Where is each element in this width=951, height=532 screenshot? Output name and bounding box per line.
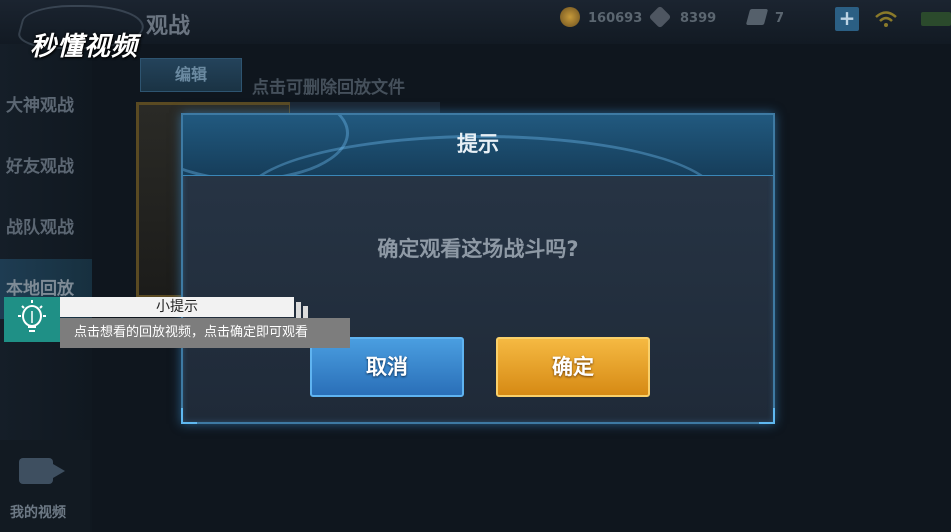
- dialog-header: 提示: [183, 115, 773, 176]
- sidebar-item-team-spectate[interactable]: 战队观战: [0, 198, 92, 258]
- confirm-button[interactable]: 确定: [496, 337, 650, 397]
- page-title: 观战: [146, 14, 191, 39]
- watermark-logo: 秒懂视频: [30, 32, 139, 62]
- my-videos-label: 我的视频: [10, 505, 66, 521]
- corner-decoration: [181, 408, 197, 424]
- wifi-icon: [875, 11, 897, 27]
- lightbulb-icon: [18, 300, 46, 332]
- add-currency-button[interactable]: +: [835, 7, 859, 31]
- gold-count: 160693: [588, 11, 643, 26]
- confirm-dialog: 提示 确定观看这场战斗吗? 取消 确定: [181, 113, 775, 424]
- edit-button[interactable]: 编辑: [140, 58, 242, 92]
- video-camera-icon: [19, 458, 65, 484]
- dialog-title: 提示: [457, 132, 499, 156]
- corner-decoration: [759, 408, 775, 424]
- tip-body: 点击想看的回放视频，点击确定即可观看: [60, 318, 350, 348]
- delete-hint-text: 点击可删除回放文件: [252, 78, 405, 98]
- tip-edge-decoration: [296, 302, 301, 318]
- gold-coin-icon: [560, 7, 580, 27]
- diamond-count: 8399: [680, 11, 717, 26]
- my-videos-button[interactable]: 我的视频: [0, 440, 90, 532]
- battery-icon: [921, 12, 951, 26]
- tip-edge-decoration: [303, 306, 308, 318]
- tip-badge: [4, 297, 60, 342]
- dialog-message: 确定观看这场战斗吗?: [377, 237, 579, 261]
- sidebar-item-friend-spectate[interactable]: 好友观战: [0, 137, 92, 197]
- tip-title: 小提示: [60, 297, 294, 317]
- ticket-count: 7: [775, 11, 785, 26]
- sidebar-item-master-spectate[interactable]: 大神观战: [0, 76, 92, 136]
